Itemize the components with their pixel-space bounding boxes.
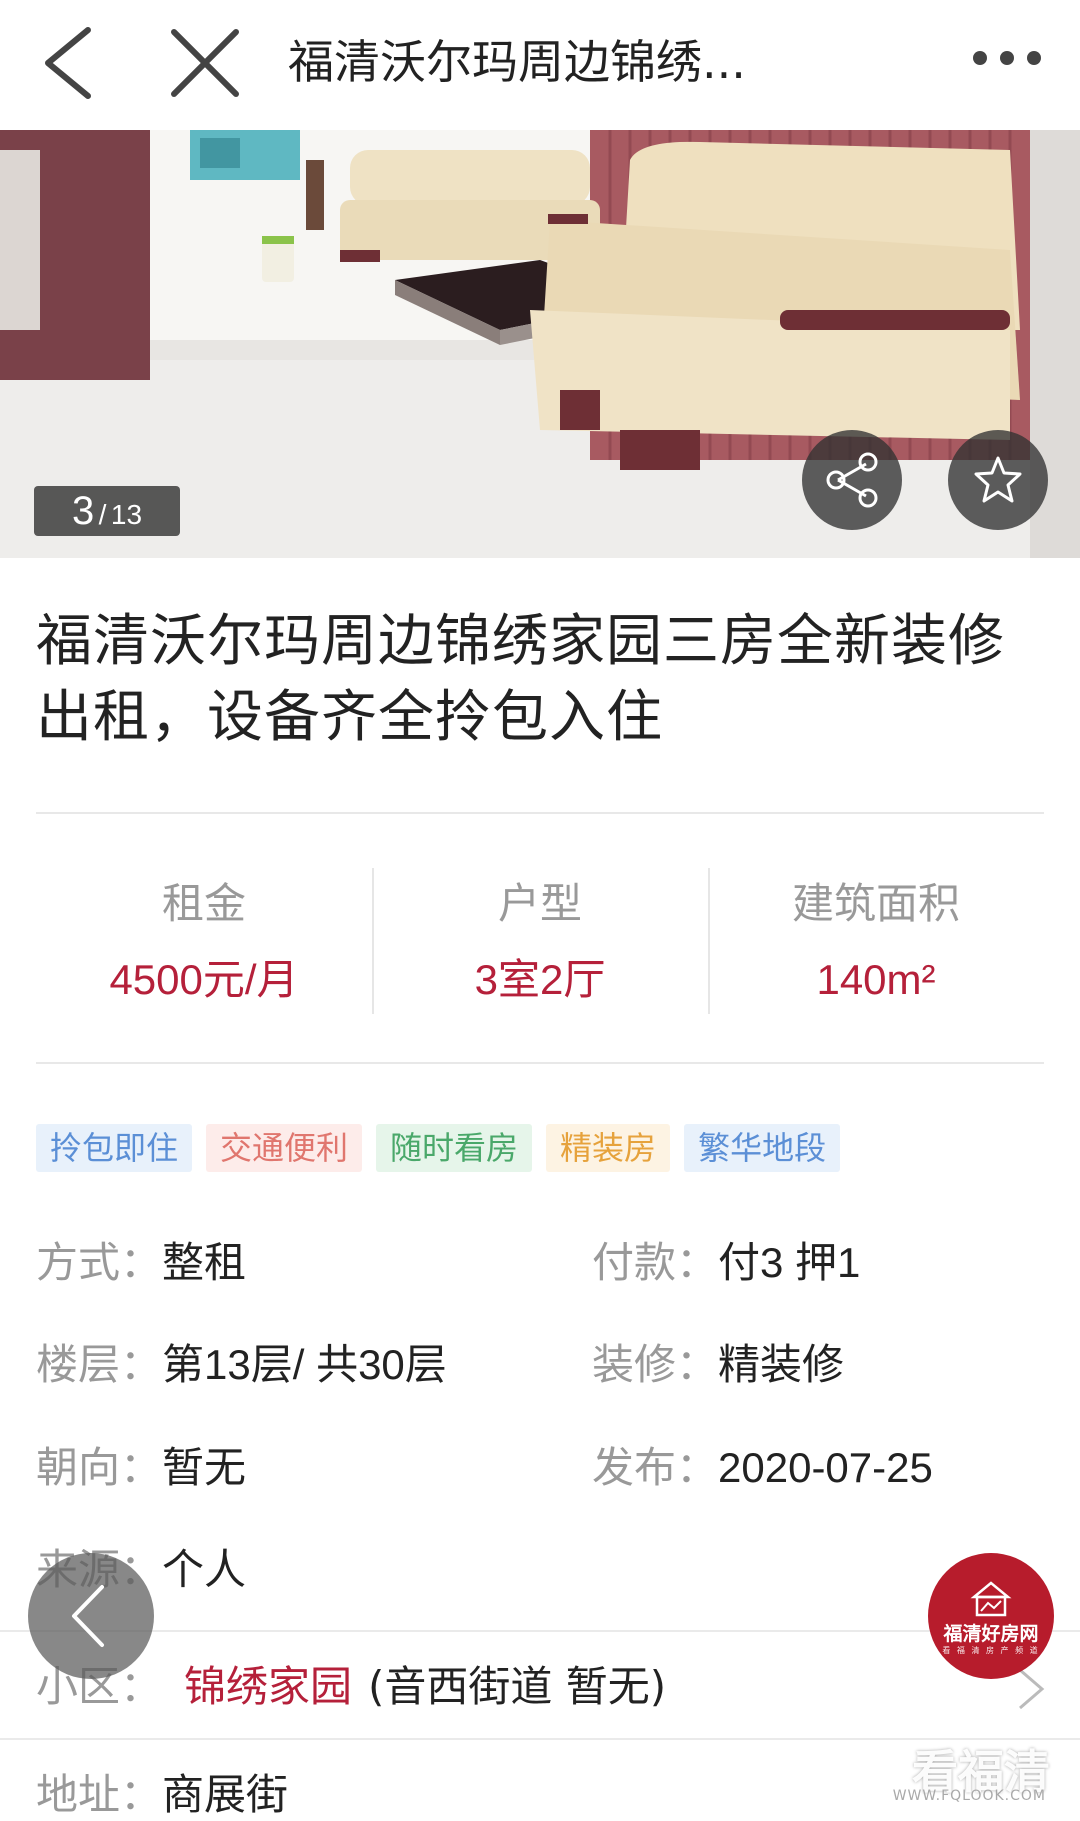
back-icon[interactable] (28, 18, 118, 108)
tag: 随时看房 (376, 1124, 533, 1172)
brand-badge[interactable]: 福清好房网 看 福 清 房 产 频 道 (928, 1553, 1054, 1679)
stat-value: 3室2厅 (474, 956, 606, 1003)
divider (36, 812, 1044, 814)
detail-value: 整租 (162, 1239, 247, 1286)
close-icon[interactable] (160, 18, 250, 108)
key-stats: 租金 4500元/月 户型 3室2厅 建筑面积 140m² (36, 862, 1044, 1022)
more-dots-icon[interactable] (962, 28, 1052, 88)
detail-value: 第13层/ 共30层 (162, 1341, 447, 1388)
detail-publish-date: 发布：2020-07-25 (592, 1433, 933, 1503)
tag: 交通便利 (206, 1124, 363, 1172)
tag: 拎包即住 (36, 1124, 193, 1172)
stat-rent: 租金 4500元/月 (36, 862, 372, 1022)
detail-label: 朝向： (36, 1443, 163, 1492)
favorite-button[interactable] (948, 430, 1048, 530)
house-icon (970, 1581, 1012, 1617)
stat-label: 建筑面积 (791, 879, 960, 928)
page-title: 福清沃尔玛周边锦绣... (288, 35, 746, 89)
detail-label: 方式： (36, 1238, 163, 1287)
star-icon (974, 456, 1022, 503)
address-row: 地址：商展街 (36, 1760, 288, 1821)
top-bar: 福清沃尔玛周边锦绣... (0, 0, 1080, 130)
detail-label: 发布： (592, 1443, 719, 1492)
stat-area: 建筑面积 140m² (708, 862, 1044, 1022)
chevron-left-icon (72, 1585, 104, 1647)
photo-total: 13 (110, 499, 143, 530)
floating-back-button[interactable] (28, 1553, 154, 1679)
watermark-url: WWW.FQLOOK.COM (892, 1788, 1046, 1804)
brand-subtitle: 看 福 清 房 产 频 道 (942, 1646, 1040, 1655)
stat-value: 140m² (816, 956, 936, 1003)
detail-label: 装修： (592, 1340, 719, 1389)
detail-value: 暂无 (162, 1444, 247, 1491)
detail-orientation: 朝向：暂无 (36, 1433, 246, 1503)
stat-value: 4500元/月 (109, 956, 299, 1003)
stat-label: 租金 (161, 879, 246, 928)
feature-tags: 拎包即住 交通便利 随时看房 精装房 繁华地段 (36, 1124, 841, 1172)
detail-mode: 方式：整租 (36, 1228, 246, 1298)
share-icon (826, 452, 878, 508)
photo-separator: / (98, 499, 107, 530)
detail-value: 个人 (162, 1546, 247, 1593)
stat-layout: 户型 3室2厅 (372, 862, 708, 1022)
address-label: 地址： (36, 1770, 163, 1819)
address-value: 商展街 (162, 1770, 289, 1819)
detail-decoration: 装修：精装修 (592, 1330, 844, 1400)
tag: 精装房 (546, 1124, 671, 1172)
tag: 繁华地段 (684, 1124, 841, 1172)
detail-value: 付3 押1 (718, 1239, 861, 1286)
brand-name: 福清好房网 (943, 1623, 1039, 1645)
share-button[interactable] (802, 430, 902, 530)
detail-payment: 付款：付3 押1 (592, 1228, 860, 1298)
photo-current: 3 (71, 489, 95, 533)
divider (36, 1062, 1044, 1064)
detail-value: 2020-07-25 (718, 1444, 933, 1491)
community-location: (音西街道 暂无) (368, 1662, 667, 1711)
detail-floor: 楼层：第13层/ 共30层 (36, 1330, 447, 1400)
community-row[interactable]: 小区： 锦绣家园 (音西街道 暂无) (0, 1630, 1080, 1740)
community-link[interactable]: 锦绣家园 (184, 1652, 352, 1722)
listing-headline: 福清沃尔玛周边锦绣家园三房全新装修出租，设备齐全拎包入住 (36, 609, 1005, 750)
stat-label: 户型 (497, 879, 582, 928)
photo-counter: 3 / 13 (34, 486, 180, 536)
detail-label: 楼层： (36, 1340, 163, 1389)
detail-value: 精装修 (718, 1341, 845, 1388)
detail-label: 付款： (592, 1238, 719, 1287)
